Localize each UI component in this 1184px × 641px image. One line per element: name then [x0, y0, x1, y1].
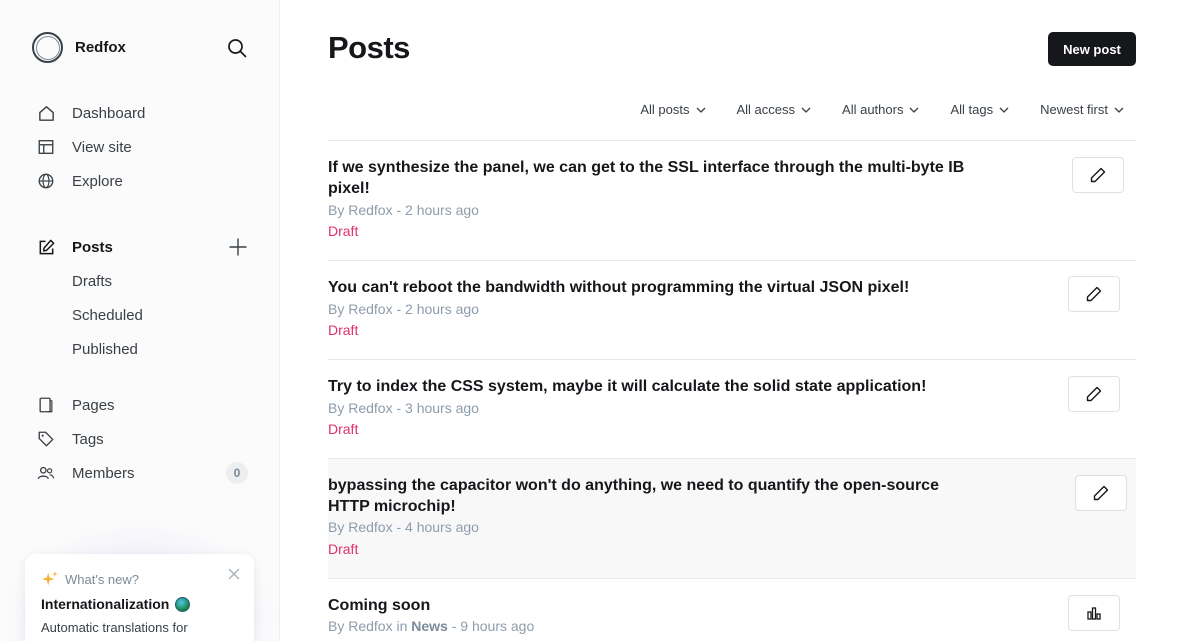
layout-icon [36, 137, 56, 157]
edit-icon [36, 237, 56, 257]
pencil-icon [1090, 167, 1106, 183]
sparkle-icon [41, 570, 59, 588]
globe-icon [36, 171, 56, 191]
whats-new-title-row: Internationalization [41, 596, 238, 612]
sidebar-item-tags[interactable]: Tags [36, 422, 256, 456]
search-icon[interactable] [226, 37, 248, 59]
edit-post-button[interactable] [1068, 276, 1120, 312]
post-title[interactable]: If we synthesize the panel, we can get t… [328, 157, 978, 199]
edit-post-button[interactable] [1068, 376, 1120, 412]
bar-chart-icon [1087, 607, 1101, 620]
post-list-item[interactable]: bypassing the capacitor won't do anythin… [328, 459, 1136, 579]
post-title[interactable]: You can't reboot the bandwidth without p… [328, 277, 978, 298]
whats-new-card[interactable]: What's new? Internationalization Automat… [25, 554, 254, 641]
sidebar-item-label: Posts [72, 238, 113, 256]
page-title: Posts [328, 30, 410, 65]
sidebar-item-pages[interactable]: Pages [36, 388, 256, 422]
post-list-item[interactable]: Coming soon By Redfox in News - 9 hours … [328, 579, 1136, 641]
post-tag-link[interactable]: News [411, 618, 448, 634]
edit-post-button[interactable] [1072, 157, 1124, 193]
post-meta-prefix: By Redfox in [328, 618, 408, 634]
tag-icon [36, 429, 56, 449]
house-icon [36, 103, 56, 123]
chevron-down-icon [909, 107, 919, 113]
whats-new-title: Internationalization [41, 596, 170, 612]
sidebar: Redfox Dashboard View site Explore Posts… [0, 0, 280, 641]
filter-label: All access [736, 102, 796, 117]
filter-order-dropdown[interactable]: Newest first [1040, 102, 1124, 117]
whats-new-text: Automatic translations for [41, 620, 188, 635]
members-count-badge: 0 [226, 462, 248, 484]
post-meta-suffix: - 9 hours ago [451, 618, 535, 634]
sidebar-item-posts[interactable]: Posts [36, 230, 256, 264]
filter-tags-dropdown[interactable]: All tags [950, 102, 1009, 117]
pencil-icon [1086, 386, 1102, 402]
chevron-down-icon [999, 107, 1009, 113]
main-nav: Dashboard View site Explore [36, 96, 256, 198]
post-status: Draft [328, 223, 359, 239]
brand[interactable]: Redfox [32, 32, 126, 63]
filter-type-dropdown[interactable]: All posts [640, 102, 705, 117]
main-content: Posts New post All posts All access All … [328, 0, 1136, 641]
sidebar-item-label: Published [72, 340, 138, 358]
pencil-icon [1093, 485, 1109, 501]
edit-post-button[interactable] [1075, 475, 1127, 511]
filter-bar: All posts All access All authors All tag… [609, 102, 1124, 117]
filter-label: All posts [640, 102, 690, 117]
sidebar-item-label: Explore [72, 172, 123, 190]
whats-new-heading: What's new? [65, 571, 140, 587]
sidebar-item-members[interactable]: Members 0 [36, 456, 256, 490]
filter-authors-dropdown[interactable]: All authors [842, 102, 919, 117]
globe-emoji-icon [175, 596, 191, 612]
sidebar-item-dashboard[interactable]: Dashboard [36, 96, 256, 130]
post-status: Draft [328, 322, 359, 338]
post-meta: By Redfox in News - 9 hours ago [328, 618, 534, 634]
sidebar-item-view-site[interactable]: View site [36, 130, 256, 164]
filter-access-dropdown[interactable]: All access [737, 102, 812, 117]
post-list-item[interactable]: If we synthesize the panel, we can get t… [328, 141, 1136, 261]
brand-name: Redfox [75, 39, 126, 56]
sidebar-item-label: Tags [72, 430, 104, 448]
bottom-nav: Pages Tags Members 0 [36, 388, 256, 490]
post-meta: By Redfox - 2 hours ago [328, 202, 479, 218]
post-title[interactable]: Try to index the CSS system, maybe it wi… [328, 376, 978, 397]
sidebar-item-label: Scheduled [72, 306, 143, 324]
sidebar-item-explore[interactable]: Explore [36, 164, 256, 198]
sidebar-item-drafts[interactable]: Drafts [36, 264, 256, 298]
pencil-icon [1086, 286, 1102, 302]
pages-icon [36, 395, 56, 415]
post-analytics-button[interactable] [1068, 595, 1120, 631]
post-meta: By Redfox - 2 hours ago [328, 301, 479, 317]
sidebar-item-label: View site [72, 138, 132, 156]
filter-label: All tags [950, 102, 994, 117]
sidebar-item-published[interactable]: Published [36, 332, 256, 366]
post-status: Draft [328, 421, 359, 437]
add-post-icon[interactable] [228, 237, 248, 257]
sidebar-item-label: Drafts [72, 272, 113, 290]
close-icon[interactable] [228, 567, 240, 580]
brand-logo-icon [32, 32, 63, 63]
chevron-down-icon [696, 107, 705, 113]
post-meta: By Redfox - 3 hours ago [328, 400, 479, 416]
sidebar-item-label: Members [72, 464, 135, 482]
chevron-down-icon [1114, 107, 1124, 113]
members-icon [36, 463, 56, 483]
filter-label: All authors [842, 102, 904, 117]
post-meta: By Redfox - 4 hours ago [328, 519, 479, 535]
posts-nav: Posts Drafts Scheduled Published [36, 230, 256, 366]
new-post-button[interactable]: New post [1048, 32, 1136, 66]
post-title[interactable]: bypassing the capacitor won't do anythin… [328, 475, 978, 517]
sidebar-item-label: Dashboard [72, 104, 146, 122]
post-status: Draft [328, 541, 359, 557]
post-list-item[interactable]: Try to index the CSS system, maybe it wi… [328, 360, 1136, 459]
sidebar-item-scheduled[interactable]: Scheduled [36, 298, 256, 332]
chevron-down-icon [801, 107, 811, 113]
sidebar-item-label: Pages [72, 396, 115, 414]
post-list-item[interactable]: You can't reboot the bandwidth without p… [328, 261, 1136, 360]
whats-new-header: What's new? [41, 570, 238, 588]
filter-label: Newest first [1040, 102, 1108, 117]
post-title[interactable]: Coming soon [328, 595, 978, 616]
